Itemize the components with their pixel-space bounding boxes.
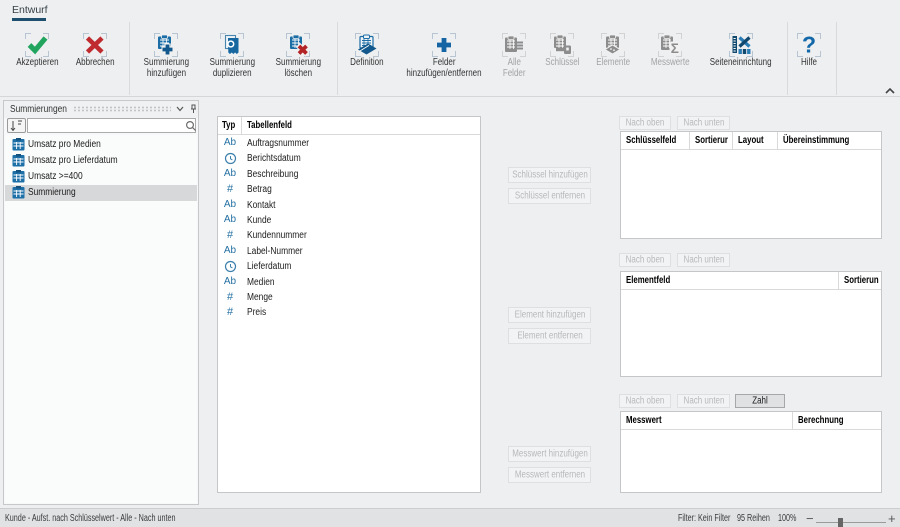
svg-text:?: ? — [802, 33, 816, 57]
svg-text:Σ: Σ — [671, 41, 679, 56]
